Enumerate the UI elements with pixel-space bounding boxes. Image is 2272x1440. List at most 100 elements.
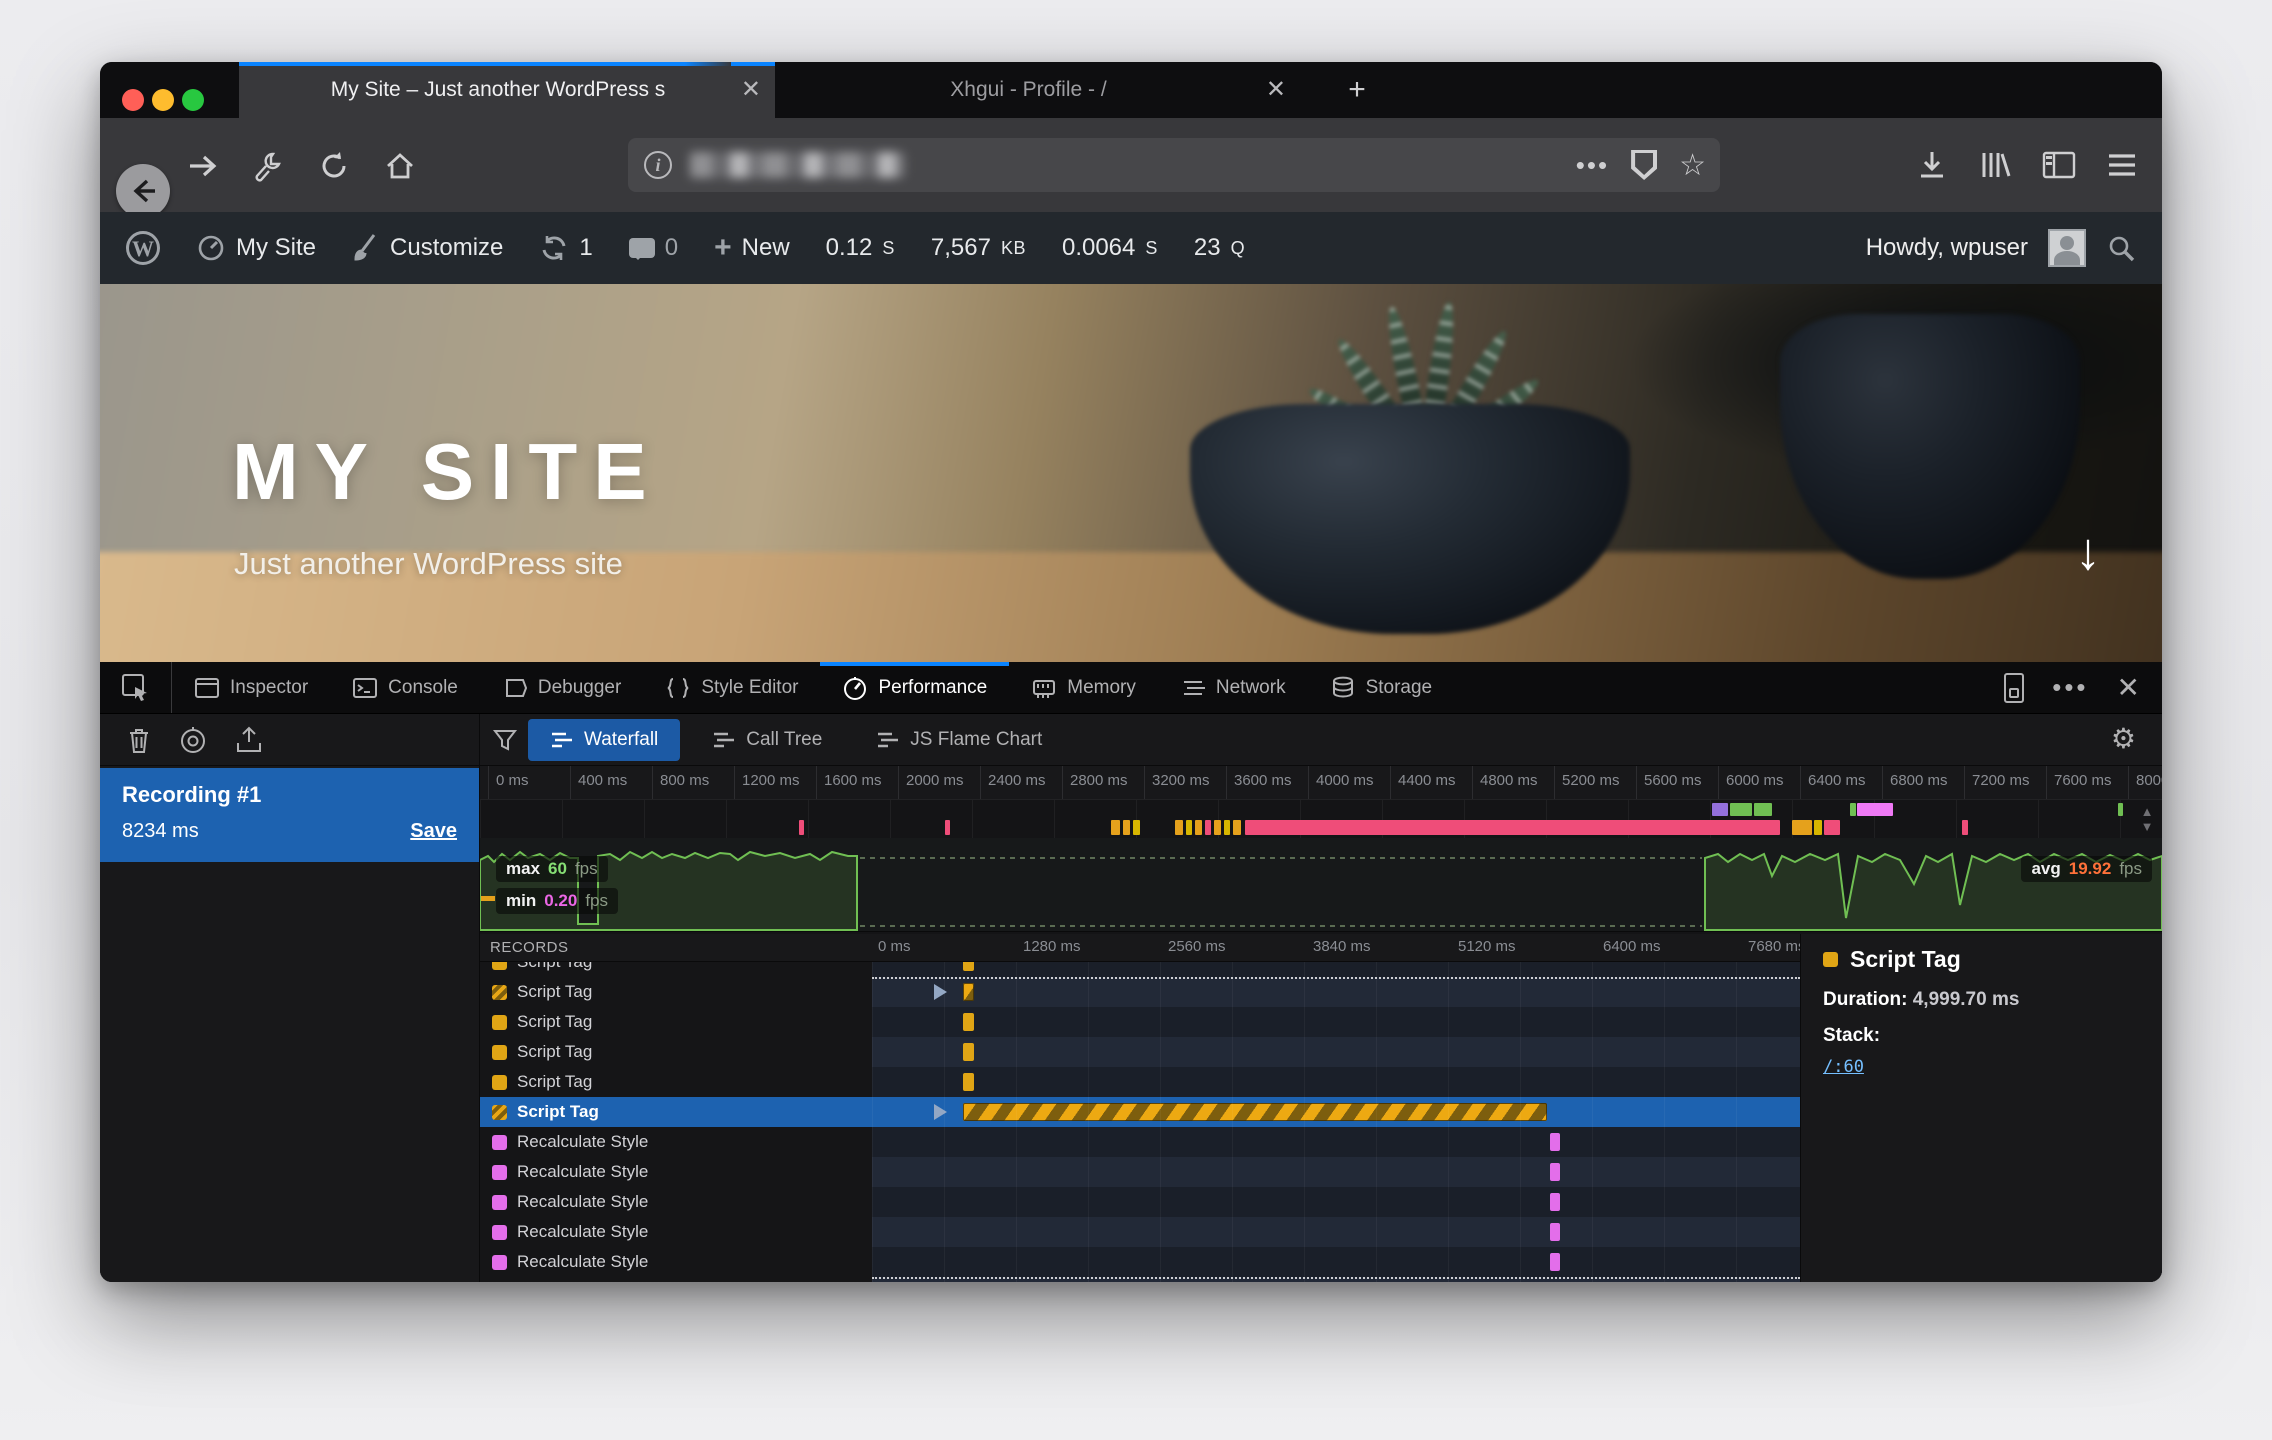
admin-item-customize[interactable]: Customize <box>352 233 503 263</box>
record-waterfall-cell <box>872 1187 1800 1217</box>
import-recording-icon[interactable] <box>234 725 264 755</box>
view-tab-js-flame-chart[interactable]: JS Flame Chart <box>854 719 1064 761</box>
record-row[interactable]: Recalculate Style <box>480 1157 1800 1187</box>
record-type-swatch <box>1823 952 1838 967</box>
tab-xhgui[interactable]: Xhgui - Profile - / ✕ <box>775 62 1300 118</box>
devtools-tabbar: InspectorConsoleDebuggerStyle EditorPerf… <box>100 662 2162 714</box>
waterfall-tick: 2560 ms <box>1168 938 1226 955</box>
expand-arrow-icon[interactable] <box>934 984 947 1000</box>
info-icon[interactable]: i <box>644 151 672 179</box>
recording-item[interactable]: Recording #1 8234 ms Save <box>100 768 479 862</box>
pocket-icon[interactable] <box>1631 150 1657 180</box>
overview-tick: 6000 ms <box>1718 766 1784 800</box>
timeline-marker <box>1857 803 1893 816</box>
responsive-design-mode-icon[interactable] <box>2004 673 2024 703</box>
record-row[interactable]: Script Tag <box>480 1007 1800 1037</box>
forward-icon[interactable] <box>186 150 218 182</box>
record-row-selected[interactable]: Script Tag <box>480 1097 1800 1127</box>
overview-scroll-arrows[interactable]: ▲▼ <box>2136 802 2158 836</box>
record-bar <box>1550 1253 1560 1271</box>
timeline-marker <box>1730 803 1752 816</box>
performance-icon <box>842 675 868 701</box>
wp-logo-icon[interactable]: W <box>126 231 160 265</box>
record-row[interactable]: Script Tag <box>480 1067 1800 1097</box>
devtools-tab-network[interactable]: Network <box>1158 662 1308 713</box>
devtools-tab-performance[interactable]: Performance <box>820 662 1009 713</box>
devtools-tab-inspector[interactable]: Inspector <box>172 662 330 713</box>
back-button[interactable] <box>116 164 170 218</box>
sidebar-icon[interactable] <box>2042 150 2076 180</box>
record-waterfall-cell <box>872 977 1800 1007</box>
overview-tick: 400 ms <box>570 766 627 800</box>
record-icon[interactable] <box>178 725 208 755</box>
devtools-tab-label: Storage <box>1366 677 1433 699</box>
urlbar[interactable]: i ••• ☆ <box>628 138 1720 192</box>
wrench-icon[interactable] <box>252 150 284 182</box>
page-actions-icon[interactable]: ••• <box>1576 150 1609 181</box>
clear-recordings-icon[interactable] <box>126 725 152 755</box>
record-row[interactable]: Recalculate Style <box>480 1187 1800 1217</box>
view-tab-label: Call Tree <box>746 729 822 751</box>
admin-item-comments[interactable]: 0 <box>629 234 678 262</box>
record-row[interactable]: Script Tag <box>480 977 1800 1007</box>
scroll-down-arrow-icon[interactable]: ↓ <box>2075 522 2101 582</box>
search-icon[interactable] <box>2106 233 2136 263</box>
tab-title-fade <box>685 62 731 118</box>
fps-graph[interactable]: max 60 fps min 0.20 fps avg 19.92 fps <box>480 838 2162 932</box>
close-tab-icon[interactable]: ✕ <box>741 78 761 102</box>
library-icon[interactable] <box>1978 149 2012 181</box>
stack-frame-link[interactable]: /:60 <box>1823 1057 2162 1077</box>
tab-my-site[interactable]: My Site – Just another WordPress s ✕ <box>239 62 775 118</box>
overview-tick: 1600 ms <box>816 766 882 800</box>
devtools-tab-memory[interactable]: Memory <box>1009 662 1158 713</box>
debugger-icon <box>502 675 528 701</box>
close-tab-icon[interactable]: ✕ <box>1266 78 1286 102</box>
view-tab-call-tree[interactable]: Call Tree <box>690 719 844 761</box>
devtools-tab-debugger[interactable]: Debugger <box>480 662 643 713</box>
overview-tick: 2400 ms <box>980 766 1046 800</box>
record-waterfall-cell <box>872 1247 1800 1277</box>
menu-icon[interactable] <box>2106 151 2138 179</box>
record-row[interactable]: Script Tag <box>480 962 1800 977</box>
bookmark-star-icon[interactable]: ☆ <box>1679 148 1706 183</box>
timeline-marker <box>1233 820 1241 835</box>
record-row[interactable]: Script Tag <box>480 1037 1800 1067</box>
close-window-button[interactable] <box>122 89 144 111</box>
devtools-options-icon[interactable]: ••• <box>2052 672 2088 703</box>
home-icon[interactable] <box>384 150 416 182</box>
save-recording-link[interactable]: Save <box>410 820 457 843</box>
overview-markers[interactable] <box>480 800 2162 838</box>
timeline-marker <box>1245 820 1780 835</box>
howdy-label[interactable]: Howdy, wpuser <box>1866 234 2028 262</box>
admin-item-new[interactable]: + New <box>714 231 790 265</box>
expand-arrow-icon[interactable] <box>934 1104 947 1120</box>
devtools-tab-storage[interactable]: Storage <box>1308 662 1455 713</box>
admin-item-label: New <box>742 234 790 262</box>
record-waterfall-cell <box>872 1007 1800 1037</box>
minimize-window-button[interactable] <box>152 89 174 111</box>
devtools-tab-style-editor[interactable]: Style Editor <box>643 662 820 713</box>
overview-tick: 2000 ms <box>898 766 964 800</box>
download-icon[interactable] <box>1916 149 1948 181</box>
network-icon <box>1180 675 1206 701</box>
new-tab-button[interactable]: + <box>1338 72 1376 110</box>
devtools-close-icon[interactable]: ✕ <box>2117 671 2140 704</box>
overview-ruler: 0 ms400 ms800 ms1200 ms1600 ms2000 ms240… <box>480 766 2162 800</box>
reload-icon[interactable] <box>318 150 350 182</box>
record-row[interactable]: Recalculate Style <box>480 1247 1800 1277</box>
record-row[interactable]: Recalculate Style <box>480 1127 1800 1157</box>
admin-item-my-site[interactable]: My Site <box>196 233 316 263</box>
waterfall-tick: 5120 ms <box>1458 938 1516 955</box>
timeline-marker <box>1712 803 1728 816</box>
avatar[interactable] <box>2048 229 2086 267</box>
view-tab-waterfall[interactable]: Waterfall <box>528 719 680 761</box>
timeline-marker <box>1824 820 1840 835</box>
element-picker-button[interactable] <box>100 662 172 713</box>
devtools-tab-console[interactable]: Console <box>330 662 480 713</box>
admin-item-updates[interactable]: 1 <box>539 233 592 263</box>
zoom-window-button[interactable] <box>182 89 204 111</box>
record-row[interactable]: Recalculate Style <box>480 1217 1800 1247</box>
filter-icon[interactable] <box>492 727 518 753</box>
performance-settings-icon[interactable]: ⚙ <box>2111 722 2136 755</box>
storage-icon <box>1330 675 1356 701</box>
